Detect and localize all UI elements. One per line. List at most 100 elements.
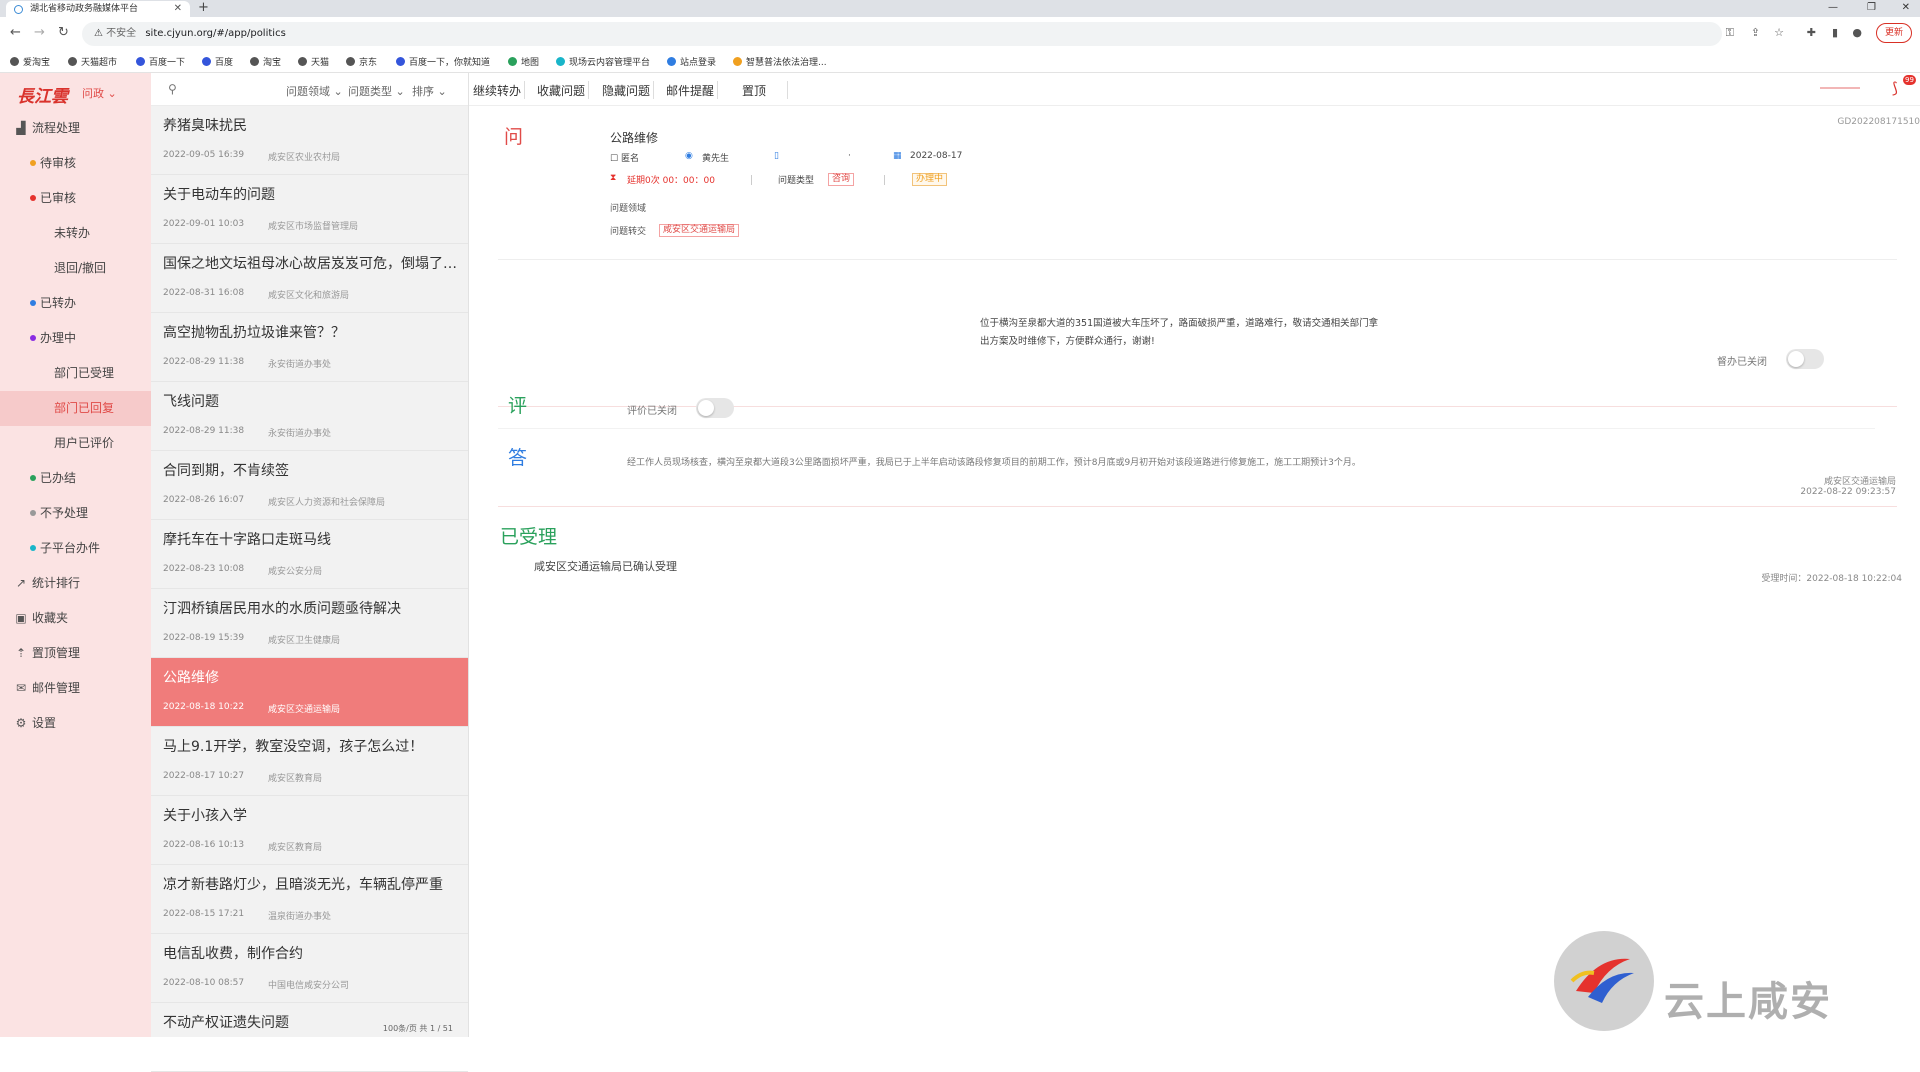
app-root: 長江雲 问政 ⌄ ▟ 流程处理 待审核 已审核 未转办 退回/撤回 已转办 办理中 部门已受理部… (0, 73, 1920, 1072)
sidepanel-icon[interactable]: ▮ (1832, 26, 1838, 39)
user-name: 黄先生 (702, 154, 730, 164)
restore-icon[interactable]: ❐ (1867, 0, 1876, 16)
minimize-icon[interactable]: — (1828, 0, 1838, 16)
insecure-label: 不安全 (106, 28, 137, 39)
list-item[interactable]: 汀泗桥镇居民用水的水质问题亟待解决 2022-08-19 15:39 咸安区卫生健康… (151, 589, 468, 658)
list-item[interactable]: 关于小孩入学 2022-08-16 10:13 咸安区教育局 (151, 796, 468, 865)
bookmark-icon (733, 57, 742, 66)
pin-top-button[interactable]: 置顶 (742, 82, 766, 99)
forward-icon[interactable]: → (34, 25, 45, 40)
sidebar-item[interactable]: 子平台办件 (0, 531, 151, 566)
anonymous-checkbox[interactable]: ☐ 匿名 (610, 151, 639, 164)
sidebar-item[interactable]: ▣ 收藏夹 (0, 601, 151, 636)
bookmark-item[interactable]: 天猫 (298, 55, 329, 68)
list-item[interactable]: 飞线问题 2022-08-29 11:38 永安街道办事处 (151, 382, 468, 451)
bookmark-item[interactable]: 百度 (202, 55, 233, 68)
bookmark-item[interactable]: 天猫超市 (68, 55, 117, 68)
list-item[interactable]: 高空抛物乱扔垃圾谁来管？？ 2022-08-29 11:38 永安街道办事处 (151, 313, 468, 382)
sidebar-item[interactable]: ⚙ 设置 (0, 706, 151, 741)
list-item[interactable]: 不动产权证遗失问题 (151, 1003, 468, 1072)
sidebar-item[interactable]: ↗ 统计排行 (0, 566, 151, 601)
sidebar-item-label: 部门已回复 (54, 401, 115, 415)
share-icon[interactable]: ⇪ (1751, 26, 1760, 39)
type-label: 问题类型 (778, 176, 815, 186)
list-item[interactable]: 养猪臭味扰民 2022-09-05 16:39 咸安区农业农村局 (151, 106, 468, 175)
list-item[interactable]: 马上9.1开学，教室没空调，孩子怎么过！ 2022-08-17 10:27 咸安区教… (151, 727, 468, 796)
continue-transfer-button[interactable]: 继续转办 (473, 82, 521, 99)
supervise-toggle[interactable] (1786, 349, 1824, 369)
collect-button[interactable]: 收藏问题 (537, 82, 585, 99)
sidebar-item[interactable]: 待审核 (0, 146, 151, 181)
sidebar-item[interactable]: 办理中 (0, 321, 151, 356)
pin-icon: ⇡ (15, 646, 27, 660)
list-item[interactable]: 公路维修 2022-08-18 10:22 咸安区交通运输局 (151, 658, 468, 727)
reload-icon[interactable]: ↻ (58, 25, 69, 40)
bookmark-item[interactable]: 京东 (346, 55, 377, 68)
list-item[interactable]: 摩托车在十字路口走斑马线 2022-08-23 10:08 咸安公安分局 (151, 520, 468, 589)
list-item-org: 咸安区教育局 (268, 843, 323, 853)
sidebar-item[interactable]: 已办结 (0, 461, 151, 496)
sidebar-item[interactable]: 已转办 (0, 286, 151, 321)
sidebar-item[interactable]: 已审核 (0, 181, 151, 216)
hide-button[interactable]: 隐藏问题 (602, 82, 650, 99)
bookmark-item[interactable]: 地图 (508, 55, 539, 68)
sidebar-item[interactable]: 用户已评价 (0, 426, 151, 461)
bookmark-item[interactable]: 百度一下 (136, 55, 185, 68)
list-item[interactable]: 凉才新巷路灯少，且暗淡无光，车辆乱停严重 2022-08-15 17:21 温泉街道… (151, 865, 468, 934)
new-tab-button[interactable]: + (198, 0, 209, 16)
list-item-date: 2022-08-17 10:27 (163, 771, 245, 781)
list-item[interactable]: 关于电动车的问题 2022-09-01 10:03 咸安区市场监督管理局 (151, 175, 468, 244)
list-item[interactable]: 国保之地文坛祖母冰心故居岌岌可危，倒塌了怎么办？ 2022-08-31 16:08… (151, 244, 468, 313)
sidebar-item[interactable]: ✉ 邮件管理 (0, 671, 151, 706)
question-content: 位于横沟至泉都大道的351国道被大车压坏了，路面破损严重，道路难行，敬请交通相关… (980, 318, 1379, 347)
sidebar-item[interactable]: 退回/撤回 (0, 251, 151, 286)
sort-filter[interactable]: 排序 ⌄ (412, 83, 447, 99)
close-tab-icon[interactable]: ✕ (174, 1, 182, 17)
list-item-org: 温泉街道办事处 (268, 912, 332, 922)
browser-tabstrip: 湖北省移动政务融媒体平台 ✕ + — ❐ ✕ (0, 0, 1920, 17)
domain-filter[interactable]: 问题领域 ⌄ (286, 83, 343, 99)
list-item[interactable]: 合同到期，不肯续签 2022-08-26 16:07 咸安区人力资源和社会保障局 (151, 451, 468, 520)
list-item-org: 咸安区教育局 (268, 774, 323, 784)
question-title: 公路维修 (610, 131, 659, 145)
notification-bell-icon[interactable]: ⟆ 99 (1892, 75, 1916, 97)
list-item-org: 中国电信咸安分公司 (268, 981, 350, 991)
extensions-icon[interactable]: ✚ (1807, 26, 1816, 39)
phone-number: · (848, 151, 851, 161)
bookmark-item[interactable]: 百度一下，你就知道 (396, 55, 490, 68)
window-close-icon[interactable]: ✕ (1902, 0, 1910, 16)
bookmark-item[interactable]: 站点登录 (667, 55, 716, 68)
list-item[interactable]: 电信乱收费，制作合约 2022-08-10 08:57 中国电信咸安分公司 (151, 934, 468, 1003)
list-item-date: 2022-09-05 16:39 (163, 150, 245, 160)
sidebar-item-label: 未转办 (54, 226, 91, 240)
bookmark-item[interactable]: 智慧普法依法治理... (733, 55, 827, 68)
sidebar-item-label: 已办结 (40, 471, 77, 485)
browser-tab[interactable]: 湖北省移动政务融媒体平台 ✕ (6, 1, 190, 17)
sidebar-item[interactable]: 未转办 (0, 216, 151, 251)
update-button[interactable]: 更新 (1875, 23, 1912, 43)
type-filter[interactable]: 问题类型 ⌄ (348, 83, 405, 99)
sidebar-item[interactable]: ▟ 流程处理 (0, 111, 151, 146)
email-reminder-button[interactable]: 邮件提醒 (666, 82, 714, 99)
sidebar-item[interactable]: 不予处理 (0, 496, 151, 531)
supervise-label: 督办已关闭 (1717, 357, 1767, 368)
url-field[interactable]: ⚠ 不安全 site.cjyun.org/#/app/politics (82, 22, 1722, 46)
sidebar-item[interactable]: 部门已受理 (0, 356, 151, 391)
sidebar-item-label: 流程处理 (32, 121, 81, 135)
bookmark-item[interactable]: 现场云内容管理平台 (556, 55, 650, 68)
review-toggle[interactable] (696, 398, 734, 418)
profile-icon[interactable]: ● (1852, 26, 1862, 39)
bookmark-item[interactable]: 淘宝 (250, 55, 281, 68)
search-icon[interactable]: ⚲ (168, 82, 177, 96)
bookmark-item[interactable]: 爱淘宝 (10, 55, 50, 68)
star-icon[interactable]: ☆ (1774, 26, 1784, 39)
divider (884, 175, 885, 185)
sidebar-item[interactable]: ⇡ 置顶管理 (0, 636, 151, 671)
sidebar-item[interactable]: 部门已回复 (0, 391, 151, 426)
list-item-date: 2022-08-26 16:07 (163, 495, 245, 505)
back-icon[interactable]: ← (10, 25, 21, 40)
list-item-date: 2022-08-29 11:38 (163, 426, 245, 436)
header-decoration (1820, 87, 1860, 89)
module-select[interactable]: 问政 ⌄ (82, 85, 117, 101)
key-icon[interactable]: ⚿ (1726, 26, 1734, 40)
